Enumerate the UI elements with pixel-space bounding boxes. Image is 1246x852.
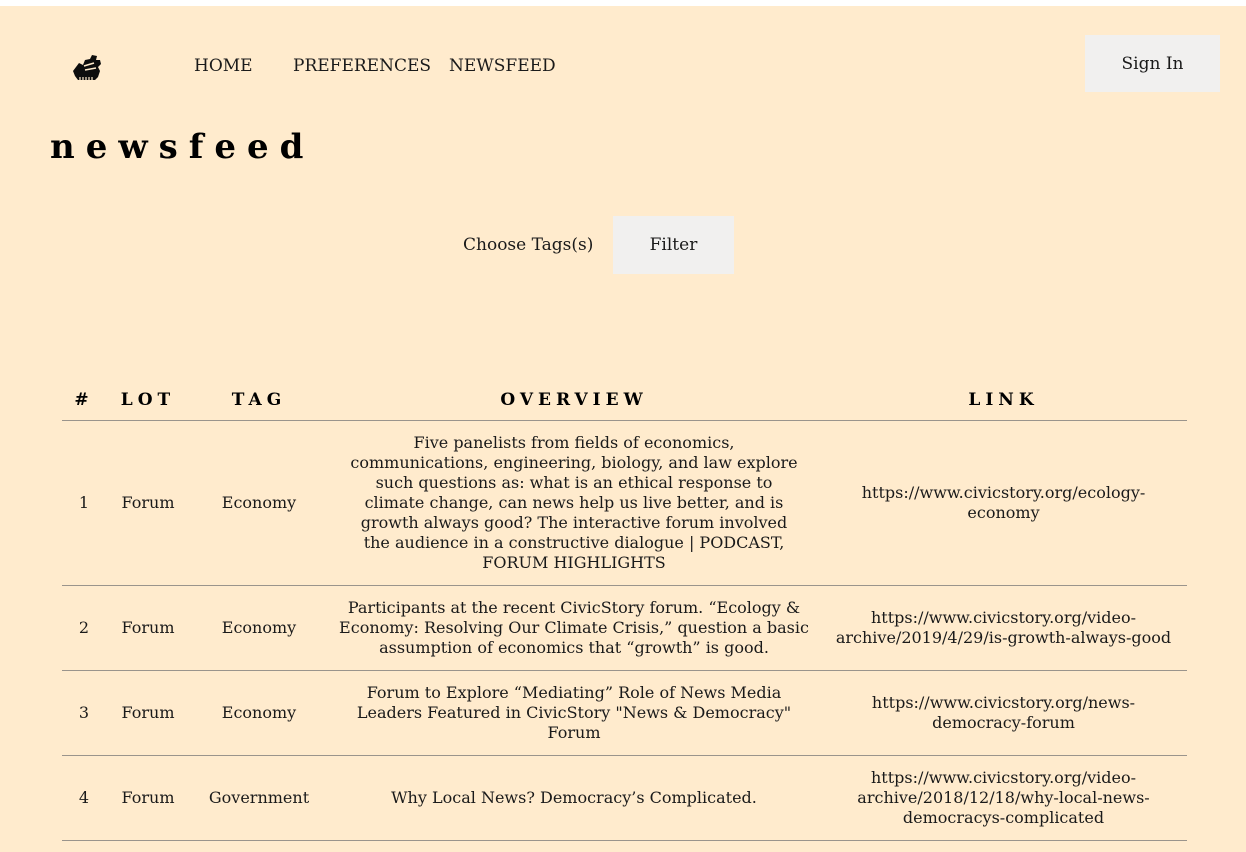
- nav-link-home[interactable]: HOME: [194, 56, 253, 76]
- header-link: LINK: [820, 379, 1187, 421]
- page-title: newsfeed: [50, 127, 315, 167]
- row-tag: Government: [190, 755, 328, 841]
- row-overview: Why Local News? Democracy’s Complicated.: [328, 755, 820, 841]
- header-overview: OVERVIEW: [328, 379, 820, 421]
- row-lot: Forum: [106, 755, 190, 841]
- row-tag: Economy: [190, 420, 328, 586]
- row-number: 4: [62, 755, 106, 841]
- row-number: 2: [62, 585, 106, 671]
- row-overview: Forum to Explore “Mediating” Role of New…: [328, 670, 820, 756]
- header-number: #: [62, 379, 106, 421]
- row-link-cell: https://www.civicstory.org/news-democrac…: [820, 670, 1187, 756]
- nav-link-preferences[interactable]: PREFERENCES: [293, 56, 431, 76]
- row-tag: Economy: [190, 585, 328, 671]
- row-link[interactable]: https://www.civicstory.org/news-democrac…: [872, 693, 1135, 732]
- row-overview: Five panelists from fields of economics,…: [328, 420, 820, 586]
- row-lot: Forum: [106, 420, 190, 586]
- header-lot: LOT: [106, 379, 190, 421]
- newsfeed-table: # LOT TAG OVERVIEW LINK 1 Forum Economy …: [62, 379, 1187, 841]
- row-lot: Forum: [106, 585, 190, 671]
- row-overview: Participants at the recent CivicStory fo…: [328, 585, 820, 671]
- table-row: 2 Forum Economy Participants at the rece…: [62, 585, 1187, 671]
- row-link-cell: https://www.civicstory.org/video-archive…: [820, 585, 1187, 671]
- row-link[interactable]: https://www.civicstory.org/ecology-econo…: [862, 483, 1146, 522]
- row-number: 1: [62, 420, 106, 586]
- page: HOME PREFERENCES NEWSFEED Sign In newsfe…: [0, 6, 1246, 852]
- filter-button[interactable]: Filter: [613, 216, 734, 274]
- row-link-cell: https://www.civicstory.org/ecology-econo…: [820, 420, 1187, 586]
- table-row: 3 Forum Economy Forum to Explore “Mediat…: [62, 670, 1187, 756]
- row-number: 3: [62, 670, 106, 756]
- row-link-cell: https://www.civicstory.org/video-archive…: [820, 755, 1187, 841]
- nav-link-newsfeed[interactable]: NEWSFEED: [449, 56, 556, 76]
- row-link[interactable]: https://www.civicstory.org/video-archive…: [836, 608, 1171, 647]
- row-link[interactable]: https://www.civicstory.org/video-archive…: [857, 768, 1149, 827]
- choose-tags-dropdown[interactable]: Choose Tags(s): [463, 235, 593, 255]
- header-tag: TAG: [190, 379, 328, 421]
- table-header-row: # LOT TAG OVERVIEW LINK: [62, 379, 1187, 421]
- table-row: 4 Forum Government Why Local News? Democ…: [62, 755, 1187, 841]
- table-row: 1 Forum Economy Five panelists from fiel…: [62, 420, 1187, 586]
- row-lot: Forum: [106, 670, 190, 756]
- sign-in-button[interactable]: Sign In: [1085, 35, 1220, 92]
- raised-fist-icon[interactable]: [70, 50, 104, 84]
- row-tag: Economy: [190, 670, 328, 756]
